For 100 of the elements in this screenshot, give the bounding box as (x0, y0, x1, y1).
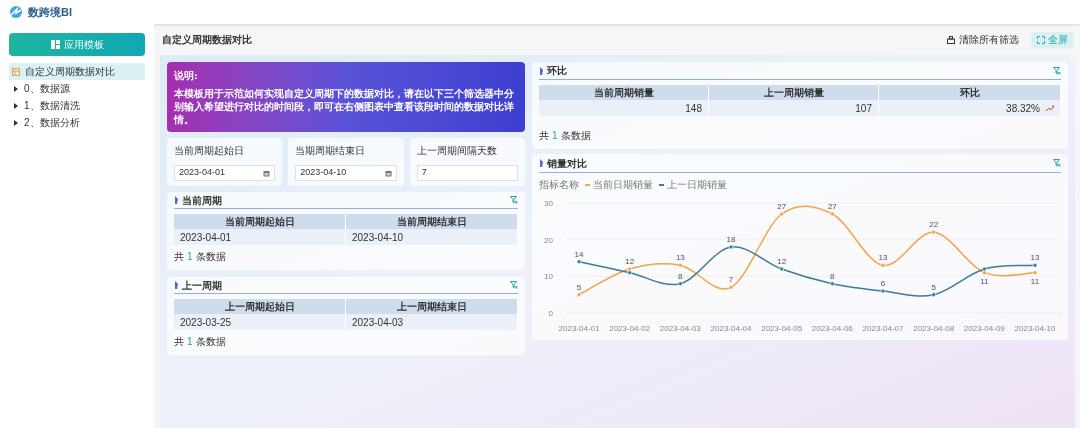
card-title: 环比 (547, 64, 567, 79)
leaf-icon (539, 66, 543, 75)
axis-tick-label: 2023-04-08 (913, 324, 955, 333)
axis-tick-label: 2023-04-07 (862, 324, 904, 333)
data-label: 18 (726, 235, 736, 244)
axis-tick-label: 2023-04-10 (1014, 324, 1056, 333)
data-label: 11 (1030, 276, 1040, 286)
filter-label: 当期周期结束日 (295, 144, 367, 158)
data-label: 13 (1030, 253, 1040, 263)
sidebar-item[interactable]: 0、数据源 (9, 80, 145, 97)
data-label: 8 (678, 271, 683, 281)
caret-icon (13, 102, 19, 109)
axis-tick-label: 20 (544, 235, 553, 245)
date-field[interactable]: 2023-04-01 (174, 165, 276, 181)
date-field[interactable]: 2023-04-10 (295, 165, 397, 181)
trend-up-icon (1046, 104, 1054, 112)
data-point[interactable] (830, 281, 835, 286)
data-label: 12 (777, 257, 787, 266)
calendar-icon (384, 169, 392, 177)
expand-icon (1037, 35, 1045, 44)
sidebar-item[interactable]: 1、数据清洗 (9, 97, 145, 114)
table-cell: 2023-04-01 (174, 229, 346, 245)
axis-tick-label: 2023-04-09 (963, 324, 1005, 333)
filter-icon (510, 196, 518, 204)
axis-tick-label: 2023-04-06 (811, 324, 853, 333)
row-count-label: 共 (539, 129, 549, 143)
row-count: 1 (187, 250, 193, 264)
table-cell: 148 (539, 100, 709, 117)
leaf-icon (174, 196, 178, 204)
data-point[interactable] (982, 270, 987, 275)
axis-tick-label: 2023-04-02 (609, 324, 651, 333)
data-label: 11 (980, 276, 989, 286)
data-point[interactable] (931, 292, 936, 297)
report-icon (12, 67, 20, 76)
data-point[interactable] (982, 266, 987, 272)
data-label: 12 (625, 257, 635, 266)
data-point[interactable] (1032, 263, 1038, 268)
data-label: 14 (574, 249, 584, 259)
data-label: 22 (929, 220, 939, 230)
data-label: 27 (777, 202, 787, 211)
column-header: 当前周期起始日 (174, 214, 346, 229)
data-label: 27 (827, 202, 837, 211)
leaf-icon (539, 159, 543, 167)
data-label: 7 (728, 275, 734, 285)
table-cell: 107 (709, 100, 879, 117)
card-title: 上一周期 (182, 278, 222, 293)
column-header: 当前周期销量 (539, 85, 709, 101)
column-header: 上一周期销量 (709, 85, 879, 101)
table-cell: 2023-04-03 (346, 314, 518, 330)
axis-tick-label: 2023-04-05 (761, 324, 803, 333)
data-point[interactable] (880, 288, 886, 294)
logo-icon (8, 5, 24, 19)
axis-tick-label: 2023-04-04 (710, 324, 752, 333)
column-header: 当前周期结束日 (346, 214, 518, 229)
axis-tick-label: 2023-04-03 (659, 324, 701, 333)
grid-icon (50, 40, 60, 49)
row-count: 1 (187, 335, 193, 349)
table-cell: 2023-03-25 (174, 314, 346, 330)
column-header: 环比 (879, 85, 1061, 101)
data-point[interactable] (627, 266, 632, 272)
legend-item[interactable]: 上一日期销量 (659, 177, 727, 192)
axis-tick-label: 2023-04-01 (558, 324, 600, 333)
column-header: 上一周期起始日 (174, 299, 346, 314)
row-count-label: 条数据 (560, 129, 591, 143)
filter-icon (1053, 66, 1061, 75)
row-count-label: 共 (174, 335, 184, 349)
filter-label: 当前周期起始日 (174, 144, 245, 158)
legend-item[interactable]: 当前日期销量 (585, 177, 653, 192)
number-field[interactable]: 7 (416, 165, 518, 181)
column-header: 上一周期结束日 (346, 299, 518, 314)
row-count: 1 (552, 129, 558, 143)
data-point[interactable] (627, 270, 632, 275)
filter-icon (1053, 159, 1061, 167)
sidebar-item[interactable]: 2、数据分析 (9, 114, 145, 131)
page-title: 自定义周期数据对比 (161, 33, 252, 47)
row-count-label: 条数据 (195, 335, 226, 349)
data-point[interactable] (678, 281, 683, 286)
sidebar-item[interactable]: 自定义周期数据对比 (9, 63, 145, 80)
eraser-icon (947, 35, 955, 44)
filter-icon (510, 281, 518, 289)
data-point[interactable] (779, 266, 784, 272)
axis-tick-label: 30 (544, 199, 553, 208)
axis-tick-label: 0 (548, 309, 553, 318)
filter-label: 上一周期间隔天数 (416, 144, 498, 158)
clear-filters-button[interactable]: 清除所有筛选 (947, 32, 1019, 47)
row-count-label: 共 (174, 250, 184, 264)
data-label: 5 (931, 282, 936, 292)
legend-title: 指标名称 (539, 178, 579, 192)
card-title: 销量对比 (547, 156, 587, 171)
calendar-icon (263, 169, 271, 177)
table-cell: 2023-04-10 (346, 229, 518, 245)
data-label: 6 (880, 279, 886, 288)
data-point[interactable] (576, 259, 582, 264)
data-label: 13 (675, 253, 685, 263)
card-title: 当前周期 (182, 193, 222, 208)
data-point[interactable] (728, 244, 734, 250)
notice-text: 本模板用于示范如何实现自定义周期下的数据对比，请在以下三个筛选器中分别输入希望进行对比的时间段，即可在右侧图表中查看该段时间的数据对比详情。 (174, 87, 515, 126)
app-logo-text: 数跨境BI (28, 4, 72, 20)
row-count-label: 条数据 (195, 250, 226, 264)
table-cell: 38.32% (879, 100, 1061, 117)
